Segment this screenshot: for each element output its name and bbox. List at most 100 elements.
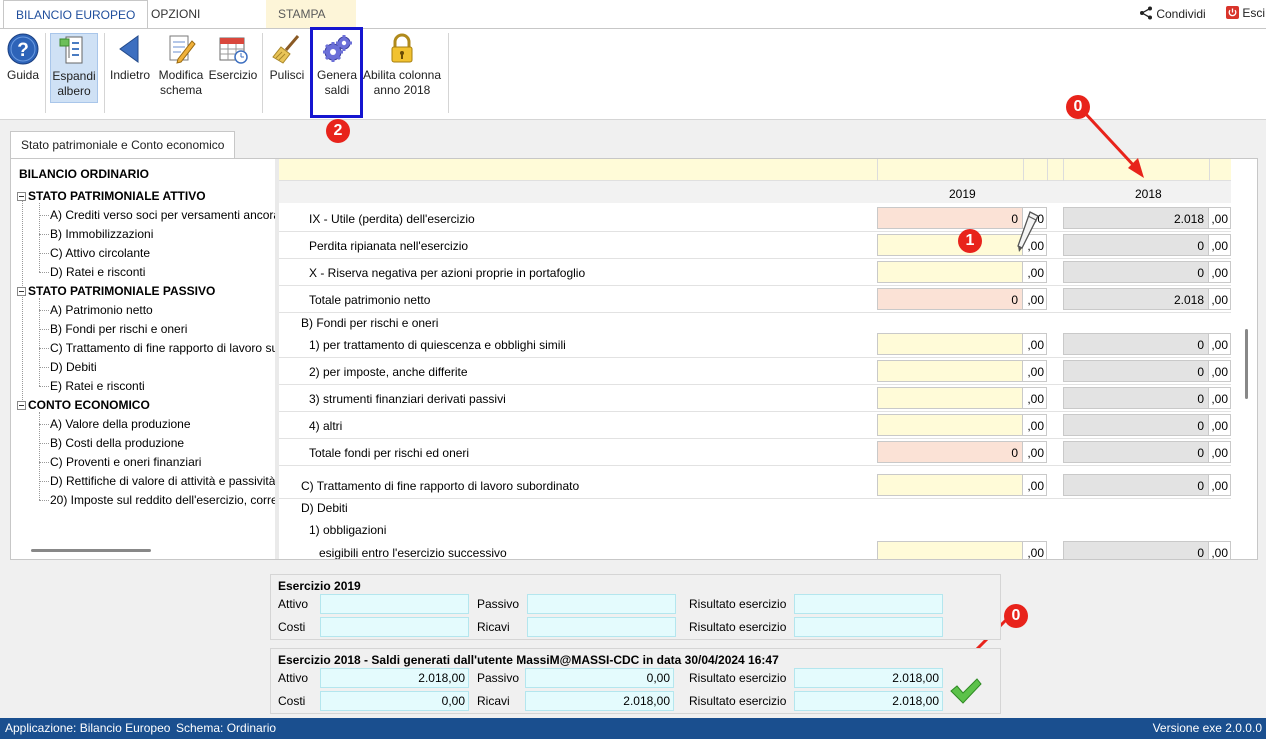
- tree-connector: [39, 272, 49, 273]
- espandi-albero-button[interactable]: Espandi albero: [50, 33, 98, 103]
- row-label: IX - Utile (perdita) dell'esercizio: [309, 212, 475, 226]
- decimals-2019-field[interactable]: ,00: [1023, 261, 1047, 283]
- decimals-2019-field[interactable]: ,00: [1023, 541, 1047, 559]
- tree-group-attivo[interactable]: STATO PATRIMONIALE ATTIVO: [17, 189, 206, 203]
- value-2019-field[interactable]: 0: [877, 288, 1023, 310]
- costi-2018-field[interactable]: 0,00: [320, 691, 469, 711]
- tree-root[interactable]: BILANCIO ORDINARIO: [19, 167, 149, 181]
- modifica-schema-button[interactable]: Modifica schema: [155, 33, 207, 98]
- value-2019-field[interactable]: [877, 333, 1023, 355]
- value-2019-field[interactable]: [877, 261, 1023, 283]
- tree-connector: [39, 298, 40, 386]
- decimals-2018-field: ,00: [1209, 234, 1231, 256]
- tree-connector: [39, 234, 49, 235]
- value-2019-field[interactable]: 0: [877, 441, 1023, 463]
- value-2019-field[interactable]: [877, 474, 1023, 496]
- tree-expand-icon: [59, 36, 83, 64]
- tree-item[interactable]: D) Rettifiche di valore di attività e pa…: [50, 474, 275, 488]
- decimals-2019-field[interactable]: ,00: [1023, 474, 1047, 496]
- table-row: C) Trattamento di fine rapporto di lavor…: [279, 472, 1231, 499]
- table-row: 3) strumenti finanziari derivati passivi…: [279, 385, 1231, 412]
- back-arrow-icon: [119, 35, 139, 63]
- tree-group-passivo[interactable]: STATO PATRIMONIALE PASSIVO: [17, 284, 215, 298]
- header-divider: [1023, 159, 1024, 181]
- tree-group-conto-economico[interactable]: CONTO ECONOMICO: [17, 398, 150, 412]
- calendar-icon: [219, 37, 248, 64]
- espandi-label-1: Espandi: [52, 69, 96, 83]
- ricavi-2018-field[interactable]: 2.018,00: [525, 691, 674, 711]
- tree-view[interactable]: BILANCIO ORDINARIO STATO PATRIMONIALE AT…: [11, 159, 275, 559]
- decimals-2019-field[interactable]: ,00: [1023, 333, 1047, 355]
- tree-item[interactable]: C) Trattamento di fine rapporto di lavor…: [50, 341, 275, 355]
- tree-item[interactable]: A) Crediti verso soci per versamenti anc…: [50, 208, 275, 222]
- value-2019-field[interactable]: 0: [877, 207, 1023, 229]
- passivo-2019-field[interactable]: [527, 594, 676, 614]
- ricavi-label: Ricavi: [477, 620, 510, 634]
- collapse-icon[interactable]: [17, 287, 26, 296]
- value-2019-field[interactable]: [877, 541, 1023, 559]
- tree-connector: [39, 203, 40, 272]
- decimals-2019-field[interactable]: ,00: [1023, 360, 1047, 382]
- guida-button[interactable]: ? Guida: [4, 33, 42, 83]
- pulisci-button[interactable]: Pulisci: [266, 33, 308, 83]
- share-button[interactable]: Condividi: [1139, 6, 1206, 21]
- tree-item[interactable]: C) Attivo circolante: [50, 246, 150, 260]
- grid-vertical-scrollbar[interactable]: [1245, 329, 1248, 399]
- decimals-2019-field[interactable]: ,00: [1023, 288, 1047, 310]
- indietro-label: Indietro: [109, 68, 151, 82]
- decimals-2019-field[interactable]: ,00: [1023, 441, 1047, 463]
- value-2019-field[interactable]: [877, 234, 1023, 256]
- attivo-2018-field[interactable]: 2.018,00: [320, 668, 469, 688]
- tree-item[interactable]: B) Fondi per rischi e oneri: [50, 322, 187, 336]
- value-2019-field[interactable]: [877, 360, 1023, 382]
- tab-opzioni[interactable]: OPZIONI: [139, 0, 212, 28]
- tab-bilancio-europeo[interactable]: BILANCIO EUROPEO: [3, 0, 149, 28]
- genera-saldi-highlight: [310, 27, 363, 118]
- tree-connector: [39, 215, 49, 216]
- ricavi-2019-field[interactable]: [527, 617, 676, 637]
- costi-2019-field[interactable]: [320, 617, 469, 637]
- tree-item[interactable]: D) Debiti: [50, 360, 97, 374]
- risultato-2019-field-1[interactable]: [794, 594, 943, 614]
- tree-item[interactable]: B) Costi della produzione: [50, 436, 184, 450]
- risultato-label: Risultato esercizio: [689, 620, 787, 634]
- risultato-2018-field-2[interactable]: 2.018,00: [794, 691, 943, 711]
- esercizio-button[interactable]: Esercizio: [208, 33, 258, 83]
- attivo-label: Attivo: [278, 597, 309, 611]
- risultato-2018-field-1[interactable]: 2.018,00: [794, 668, 943, 688]
- year-2018-header: 2018: [1135, 187, 1162, 201]
- tree-item[interactable]: 20) Imposte sul reddito dell'esercizio, …: [50, 493, 275, 507]
- indietro-button[interactable]: Indietro: [108, 33, 152, 83]
- tree-connector: [39, 329, 49, 330]
- tree-item[interactable]: C) Proventi e oneri finanziari: [50, 455, 201, 469]
- status-bar: Applicazione: Bilancio Europeo Schema: O…: [0, 718, 1266, 739]
- row-label: Totale fondi per rischi ed oneri: [309, 446, 470, 460]
- value-2019-field[interactable]: [877, 387, 1023, 409]
- tree-horizontal-scrollbar[interactable]: [31, 549, 151, 552]
- exit-button[interactable]: Esci: [1226, 6, 1265, 20]
- value-2019-field[interactable]: [877, 414, 1023, 436]
- row-label: 3) strumenti finanziari derivati passivi: [309, 392, 506, 406]
- abilita-colonna-button[interactable]: Abilita colonna anno 2018: [362, 33, 442, 98]
- decimals-2019-field[interactable]: ,00: [1023, 414, 1047, 436]
- tree-item[interactable]: E) Ratei e risconti: [50, 379, 145, 393]
- broom-icon: [272, 35, 300, 64]
- collapse-icon[interactable]: [17, 401, 26, 410]
- tab-stampa[interactable]: STAMPA: [266, 0, 356, 28]
- header-divider: [1063, 159, 1064, 181]
- risultato-2019-field-2[interactable]: [794, 617, 943, 637]
- tab-stato-patrimoniale[interactable]: Stato patrimoniale e Conto economico: [10, 131, 236, 158]
- value-2018-field: 0: [1063, 541, 1209, 559]
- table-row: esigibili entro l'esercizio successivo ,0…: [279, 539, 1231, 559]
- tree-item[interactable]: A) Patrimonio netto: [50, 303, 153, 317]
- abilita-label-2: anno 2018: [373, 83, 431, 97]
- tree-item[interactable]: D) Ratei e risconti: [50, 265, 145, 279]
- collapse-icon[interactable]: [17, 192, 26, 201]
- exit-label: Esci: [1242, 6, 1266, 20]
- attivo-2019-field[interactable]: [320, 594, 469, 614]
- tree-item[interactable]: A) Valore della produzione: [50, 417, 191, 431]
- passivo-2018-field[interactable]: 0,00: [525, 668, 674, 688]
- tree-item[interactable]: B) Immobilizzazioni: [50, 227, 153, 241]
- decimals-2019-field[interactable]: ,00: [1023, 387, 1047, 409]
- value-2018-field: 0: [1063, 360, 1209, 382]
